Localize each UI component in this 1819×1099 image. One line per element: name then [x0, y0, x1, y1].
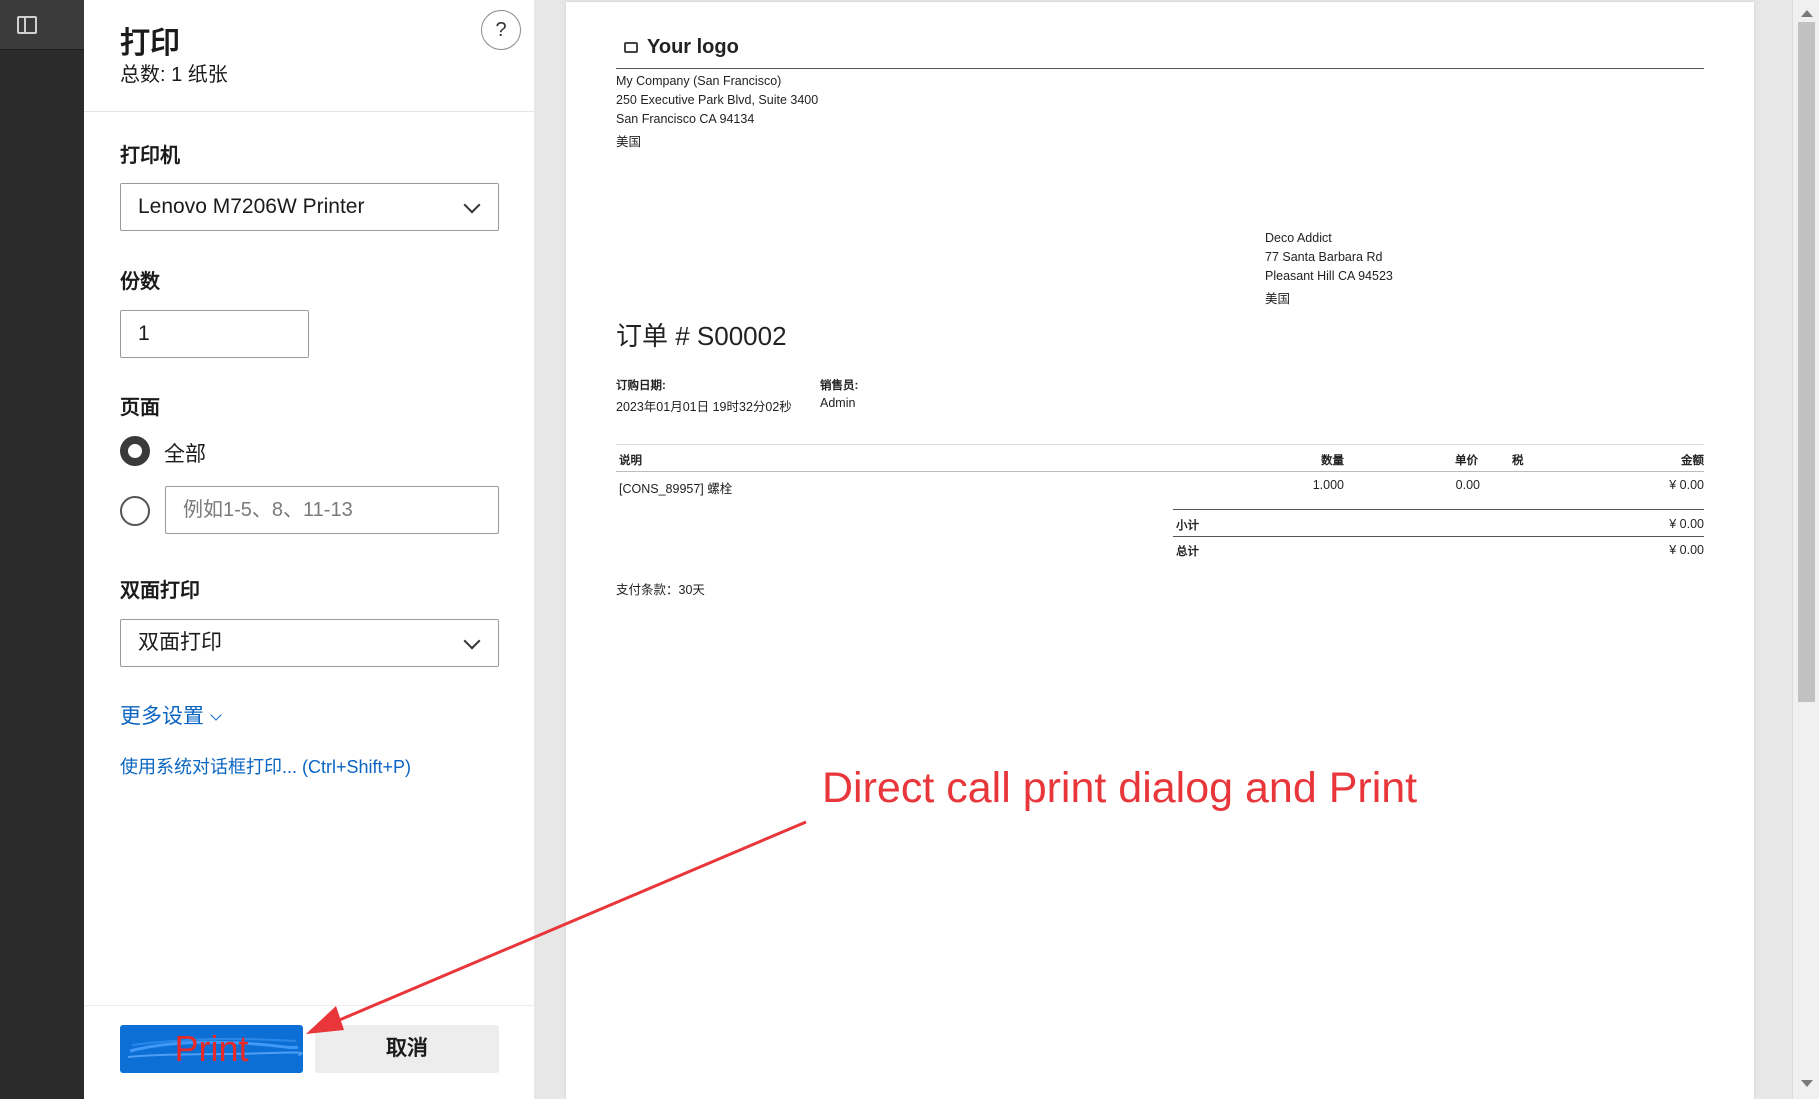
- company-city: San Francisco CA 94134: [616, 112, 755, 126]
- scroll-thumb[interactable]: [1798, 22, 1815, 702]
- preview-page: Your logo My Company (San Francisco) 250…: [566, 2, 1754, 1099]
- customer-city: Pleasant Hill CA 94523: [1265, 269, 1393, 283]
- line-unit-price: 0.00: [1455, 478, 1480, 492]
- system-dialog-link[interactable]: 使用系统对话框打印... (Ctrl+Shift+P): [120, 753, 411, 779]
- order-date-label: 订购日期:: [616, 380, 666, 392]
- sidebar-toggle-icon: [17, 16, 37, 34]
- panel-header: 打印 总数: 1 纸张 ?: [84, 0, 534, 112]
- chevron-down-icon: [463, 196, 481, 214]
- print-button[interactable]: Print: [120, 1025, 303, 1073]
- scroll-up-arrow-icon[interactable]: [1801, 10, 1813, 17]
- pages-custom-radio[interactable]: [120, 496, 150, 526]
- pages-all-radio[interactable]: [120, 436, 150, 466]
- col-amount: 金额: [1681, 455, 1704, 467]
- subtotal-value: ¥ 0.00: [1669, 517, 1704, 531]
- sidebar-toggle-button[interactable]: [0, 0, 84, 50]
- help-button[interactable]: ?: [481, 10, 521, 50]
- company-country: 美国: [616, 135, 642, 149]
- copies-input[interactable]: 1: [120, 310, 309, 358]
- order-date: 2023年01月01日 19时32分02秒: [616, 400, 792, 414]
- customer-street: 77 Santa Barbara Rd: [1265, 250, 1383, 264]
- salesperson-label: 销售员:: [820, 380, 859, 392]
- duplex-label: 双面打印: [120, 580, 200, 602]
- header-divider: [616, 68, 1704, 69]
- subtotal-label: 小计: [1176, 520, 1199, 532]
- col-unit-price: 单价: [1455, 455, 1478, 467]
- table-top-border: [616, 444, 1704, 445]
- more-settings-label: 更多设置: [120, 705, 204, 728]
- copies-label: 份数: [120, 271, 160, 293]
- col-tax: 税: [1512, 455, 1524, 467]
- customer-name: Deco Addict: [1265, 231, 1332, 245]
- duplex-select[interactable]: 双面打印: [120, 619, 499, 667]
- subtotal-top-border: [1173, 509, 1704, 510]
- printer-select[interactable]: Lenovo M7206W Printer: [120, 183, 499, 231]
- printer-label: 打印机: [120, 145, 180, 167]
- footer-divider: [84, 1005, 534, 1006]
- camera-icon: [624, 42, 638, 53]
- dialog-title: 打印: [120, 27, 180, 60]
- pages-label: 页面: [120, 397, 160, 419]
- more-settings-link[interactable]: 更多设置: [120, 700, 222, 730]
- company-logo: Your logo: [624, 36, 739, 59]
- page-range-input[interactable]: 例如1-5、8、11-13: [165, 486, 499, 534]
- chevron-down-icon: [210, 709, 222, 721]
- side-strip: [0, 0, 84, 1099]
- print-button-label: Print: [174, 1028, 249, 1069]
- line-amount: ¥ 0.00: [1669, 478, 1704, 492]
- line-description: [CONS_89957] 螺栓: [619, 482, 733, 496]
- duplex-selected-value: 双面打印: [138, 631, 222, 654]
- logo-text: Your logo: [647, 36, 739, 58]
- col-quantity: 数量: [1321, 455, 1344, 467]
- sheet-count: 总数: 1 纸张: [120, 64, 228, 86]
- total-label: 总计: [1176, 546, 1199, 558]
- chevron-down-icon: [463, 632, 481, 650]
- annotation-text: Direct call print dialog and Print: [822, 764, 1418, 812]
- line-quantity: 1.000: [1312, 478, 1344, 492]
- col-description: 说明: [619, 455, 642, 467]
- pages-all-label: 全部: [164, 443, 206, 466]
- salesperson: Admin: [820, 396, 856, 410]
- payment-terms: 支付条款：30天: [616, 583, 705, 597]
- preview-scrollbar[interactable]: [1792, 0, 1819, 1099]
- cancel-button[interactable]: 取消: [315, 1025, 499, 1073]
- table-header-border: [616, 471, 1704, 472]
- total-top-border: [1173, 536, 1704, 537]
- customer-country: 美国: [1265, 292, 1291, 306]
- print-settings-panel: 打印 总数: 1 纸张 ? 打印机 Lenovo M7206W Printer …: [84, 0, 534, 1099]
- total-value: ¥ 0.00: [1669, 543, 1704, 557]
- company-name: My Company (San Francisco): [616, 74, 782, 88]
- scroll-down-arrow-icon[interactable]: [1801, 1080, 1813, 1087]
- order-title: 订单 # S00002: [616, 321, 787, 351]
- printer-selected-value: Lenovo M7206W Printer: [138, 195, 365, 218]
- company-street: 250 Executive Park Blvd, Suite 3400: [616, 93, 819, 107]
